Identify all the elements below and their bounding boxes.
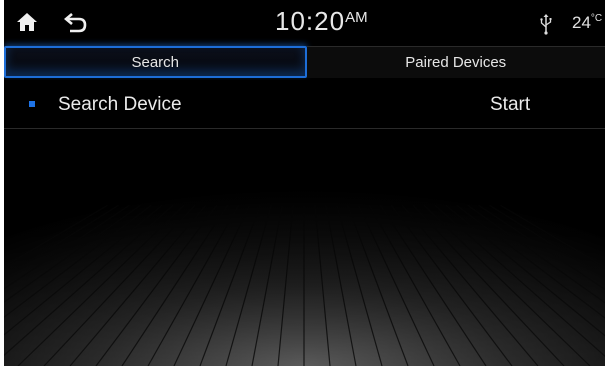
tab-bar: Search Paired Devices (4, 46, 605, 78)
floor-background (4, 129, 605, 366)
bluetooth-screen: 10:20AM 24°C Search Paired Devices Searc… (4, 0, 605, 366)
clock: 10:20AM (275, 6, 368, 37)
temperature-unit: °C (590, 13, 603, 24)
temperature: 24°C (572, 13, 602, 33)
list-bullet (29, 101, 35, 107)
search-device-label: Search Device (58, 94, 182, 115)
list-item-search-device[interactable]: Search Device Start (4, 80, 605, 129)
temperature-value: 24 (572, 13, 591, 32)
usb-icon (540, 14, 552, 35)
clock-time: 10:20 (275, 6, 346, 36)
tab-paired-devices[interactable]: Paired Devices (306, 46, 605, 78)
tab-search-label: Search (131, 53, 180, 71)
tab-paired-devices-label: Paired Devices (405, 54, 507, 71)
clock-ampm: AM (345, 9, 368, 26)
back-icon[interactable] (64, 11, 88, 33)
status-bar: 10:20AM 24°C (4, 0, 605, 46)
start-button[interactable]: Start (490, 94, 530, 116)
tab-search[interactable]: Search (4, 46, 307, 78)
home-icon[interactable] (16, 12, 38, 32)
